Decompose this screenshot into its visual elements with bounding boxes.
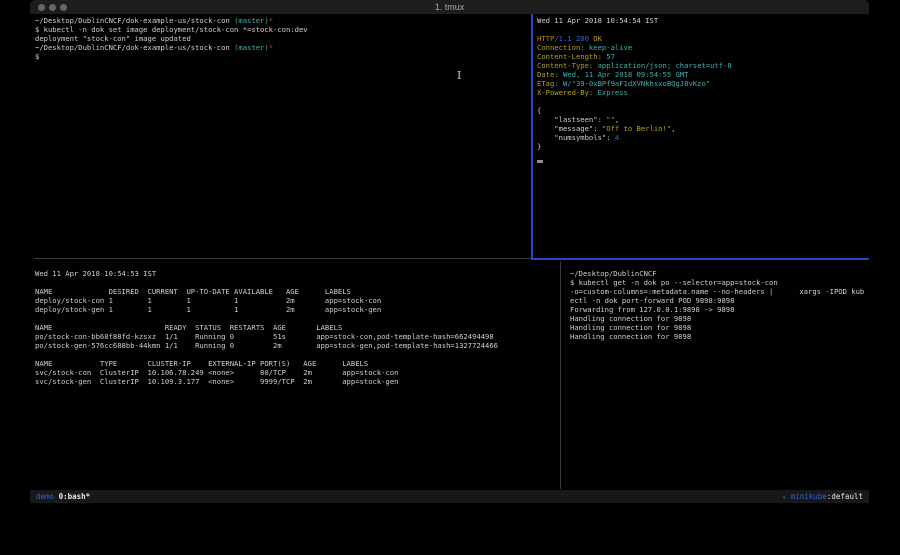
terminal-line: [35, 314, 555, 323]
terminal-line: }: [537, 142, 867, 151]
terminal-line: deploy/stock-con 1 1 1 1 2m app=stock-co…: [35, 296, 555, 305]
pane-top-left-shell[interactable]: ~/Desktop/DublinCNCF/dok-example-us/stoc…: [35, 16, 530, 258]
tmux-window-tab[interactable]: 0:bash*: [59, 492, 91, 501]
desktop-background: 1. tmux ~/Desktop/DublinCNCF/dok-example…: [0, 0, 900, 555]
terminal-line: NAME TYPE CLUSTER-IP EXTERNAL-IP PORT(S)…: [35, 359, 555, 368]
terminal-line: svc/stock-con ClusterIP 10.106.78.249 <n…: [35, 368, 555, 377]
terminal-line: Handling connection for 9898: [570, 314, 866, 323]
status-right-group: ✳ minikube:default: [782, 490, 863, 504]
mouse-cursor-ibeam: I: [457, 70, 461, 81]
terminal-line: "message": "Off to Berlin!",: [537, 124, 867, 133]
terminal-line: svc/stock-gen ClusterIP 10.109.3.177 <no…: [35, 377, 555, 386]
pane-border-vertical-bottom: [560, 261, 561, 489]
pane-border-horizontal-right: [531, 258, 869, 260]
terminal-line: $ kubectl get -n dok po --selector=app=s…: [570, 278, 866, 287]
pane-border-vertical-top: [531, 14, 533, 259]
terminal-line: {: [537, 106, 867, 115]
status-left-group: demo 0:bash*: [36, 490, 90, 503]
terminal-line: [35, 278, 555, 287]
terminal-line: Forwarding from 127.0.0.1:9898 -> 9898: [570, 305, 866, 314]
terminal-window: 1. tmux ~/Desktop/DublinCNCF/dok-example…: [30, 0, 869, 504]
terminal-line: $: [35, 52, 530, 61]
terminal-line: HTTP/1.1 200 OK: [537, 34, 867, 43]
terminal-line: Wed 11 Apr 2018 10:54:54 IST: [537, 16, 867, 25]
terminal-line: [537, 151, 867, 160]
terminal-line: deploy/stock-gen 1 1 1 1 2m app=stock-ge…: [35, 305, 555, 314]
terminal-line: po/stock-gen-576cc688bb-44kmn 1/1 Runnin…: [35, 341, 555, 350]
pane-border-horizontal-left: [34, 258, 531, 259]
pane-top-right-http-response[interactable]: Wed 11 Apr 2018 10:54:54 IST HTTP/1.1 200…: [537, 16, 867, 258]
terminal-line: "numsymbols": 4: [537, 133, 867, 142]
terminal-line: Date: Wed, 11 Apr 2018 09:54:55 GMT: [537, 70, 867, 79]
tmux-status-bar: demo 0:bash* ✳ minikube:default: [30, 490, 869, 503]
terminal-line: ~/Desktop/DublinCNCF: [570, 269, 866, 278]
terminal-line: $ kubectl -n dok set image deployment/st…: [35, 25, 530, 34]
terminal-line: [537, 25, 867, 34]
terminal-line: Content-Length: 57: [537, 52, 867, 61]
terminal-line: -o=custom-columns=:metadata.name --no-he…: [570, 287, 866, 296]
terminal-line: Wed 11 Apr 2018 10:54:53 IST: [35, 269, 555, 278]
terminal-line: Handling connection for 9898: [570, 332, 866, 341]
terminal-line: [537, 97, 867, 106]
terminal-line: ~/Desktop/DublinCNCF/dok-example-us/stoc…: [35, 16, 530, 25]
terminal-line: ETag: W/"39-0xBPf9aF1dXVNkhsxoBQgJ8vKzo": [537, 79, 867, 88]
terminal-line: Content-Type: application/json; charset=…: [537, 61, 867, 70]
terminal-line: Connection: keep-alive: [537, 43, 867, 52]
terminal-line: deployment "stock-con" image updated: [35, 34, 530, 43]
kube-namespace: :default: [827, 492, 863, 501]
terminal-line: "lastseen": "",: [537, 115, 867, 124]
kube-context: minikube: [791, 492, 827, 501]
pane-bottom-left-kubectl-get[interactable]: Wed 11 Apr 2018 10:54:53 IST NAME DESIRED…: [35, 269, 555, 487]
pane-bottom-right-port-forward[interactable]: ~/Desktop/DublinCNCF$ kubectl get -n dok…: [570, 269, 866, 487]
terminal-line: NAME DESIRED CURRENT UP-TO-DATE AVAILABL…: [35, 287, 555, 296]
window-title: 1. tmux: [30, 1, 869, 13]
window-titlebar[interactable]: 1. tmux: [30, 0, 869, 15]
terminal-line: [537, 160, 867, 169]
terminal-line: X-Powered-By: Express: [537, 88, 867, 97]
terminal-line: Handling connection for 9898: [570, 323, 866, 332]
terminal-line: ~/Desktop/DublinCNCF/dok-example-us/stoc…: [35, 43, 530, 52]
terminal-line: NAME READY STATUS RESTARTS AGE LABELS: [35, 323, 555, 332]
terminal-line: [35, 350, 555, 359]
tmux-session-name: demo: [36, 492, 54, 501]
terminal-line: ectl -n dok port-forward POD 9898:9898: [570, 296, 866, 305]
terminal-line: po/stock-con-bb68f88fd-kzsxz 1/1 Running…: [35, 332, 555, 341]
